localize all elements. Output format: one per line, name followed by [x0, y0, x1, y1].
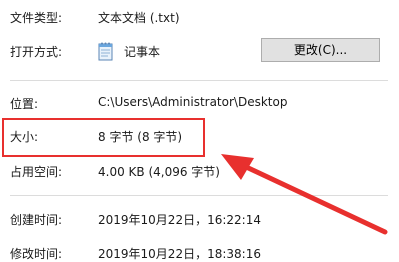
location-label: 位置:	[10, 97, 39, 111]
file-type-value: 文本文档 (.txt)	[98, 11, 180, 25]
size-on-disk-value[interactable]: 4.00 KB (4,096 字节)	[98, 163, 220, 180]
opens-with-app-name: 记事本	[124, 45, 161, 59]
size-on-disk-label: 占用空间:	[10, 165, 63, 179]
divider	[10, 80, 388, 81]
change-button[interactable]: 更改(C)...	[261, 38, 380, 62]
created-label: 创建时间:	[10, 213, 63, 227]
highlight-box	[2, 118, 205, 157]
modified-value[interactable]: 2019年10月22日，18:38:16	[98, 245, 261, 262]
divider	[10, 195, 388, 196]
created-value[interactable]: 2019年10月22日，16:22:14	[98, 211, 261, 228]
modified-label: 修改时间:	[10, 247, 63, 261]
opens-with-label: 打开方式:	[10, 45, 63, 59]
file-type-label: 文件类型:	[10, 11, 63, 25]
notepad-icon	[98, 42, 113, 61]
location-value[interactable]: C:\Users\Administrator\Desktop	[98, 95, 287, 109]
